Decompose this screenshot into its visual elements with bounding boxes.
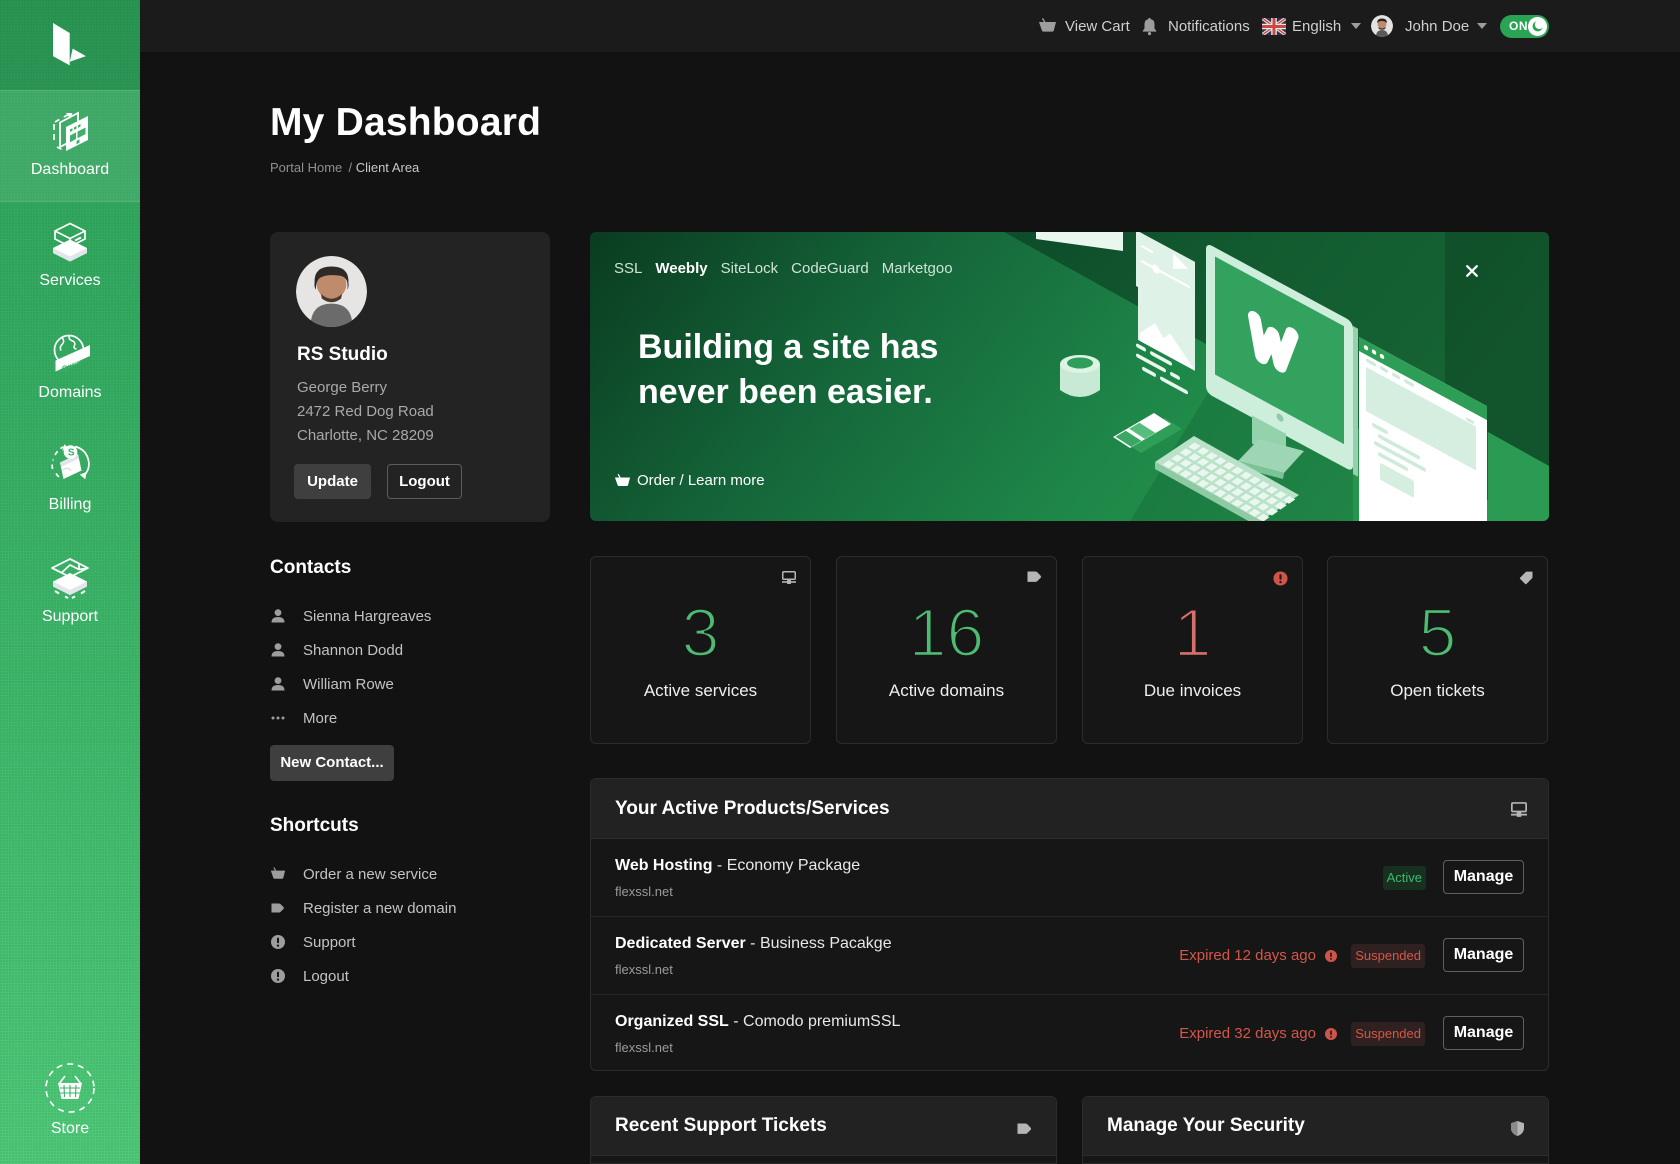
svg-text:S: S	[68, 448, 75, 459]
